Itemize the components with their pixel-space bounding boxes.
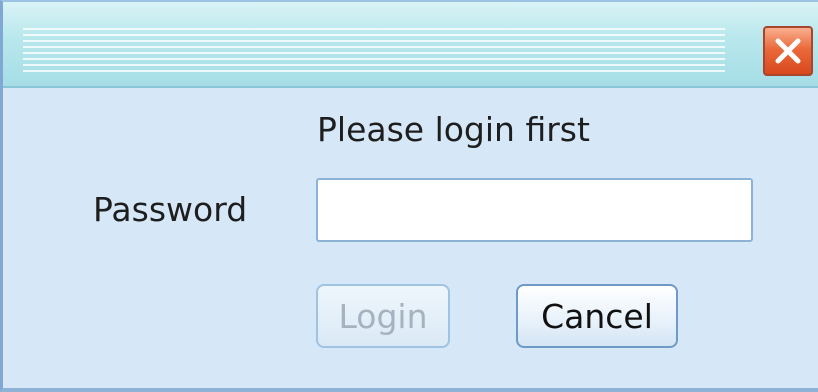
- title-bar[interactable]: [3, 2, 818, 88]
- cancel-button[interactable]: Cancel: [516, 284, 678, 348]
- password-label: Password: [93, 190, 248, 229]
- close-icon: [775, 38, 801, 64]
- close-button[interactable]: [763, 26, 813, 76]
- dialog-heading: Please login first: [317, 110, 590, 149]
- login-dialog: Please login first Password Login Cancel: [0, 0, 818, 392]
- login-button[interactable]: Login: [316, 284, 450, 348]
- password-input[interactable]: [316, 178, 753, 242]
- title-bar-grip[interactable]: [23, 28, 725, 72]
